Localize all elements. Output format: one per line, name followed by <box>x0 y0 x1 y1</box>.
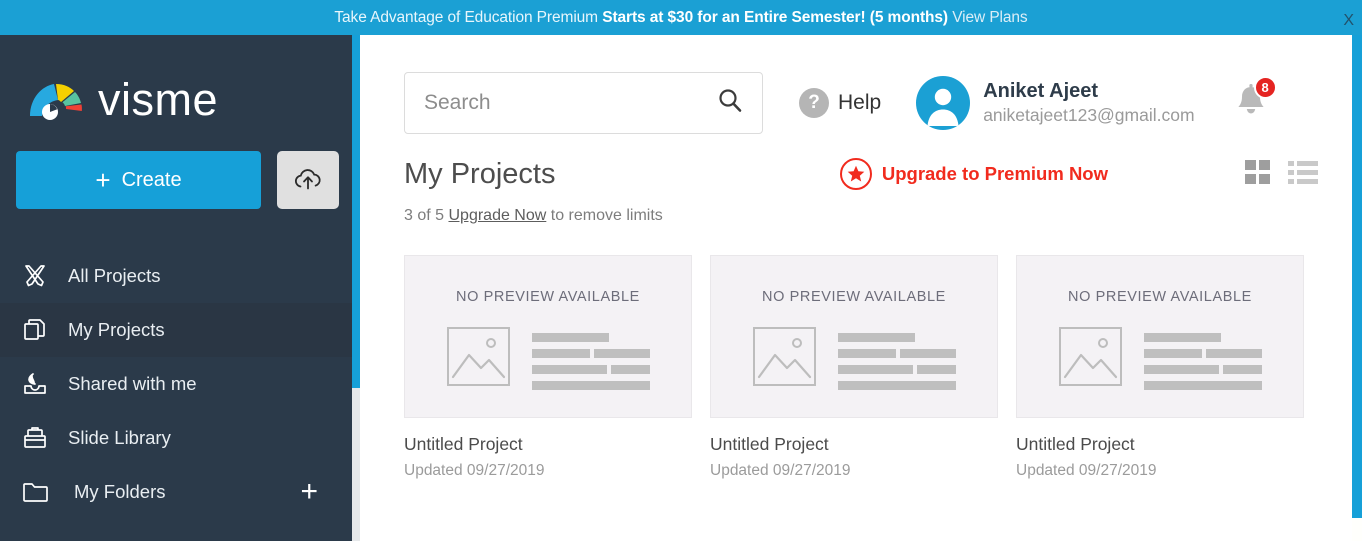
sidebar-actions: + Create <box>0 151 360 209</box>
project-updated: Updated 09/27/2019 <box>1016 462 1157 479</box>
project-thumbnail: NO PREVIEW AVAILABLE <box>1016 255 1304 418</box>
search-box[interactable] <box>404 72 763 134</box>
limits-suffix: to remove limits <box>546 207 663 224</box>
close-icon[interactable]: X <box>1343 13 1354 29</box>
sidebar-item-label: Shared with me <box>68 372 197 394</box>
top-header: ? Help Aniket Ajeet aniketajeet123@gmail… <box>368 35 1352 139</box>
sidebar-item-shared-with-me[interactable]: Shared with me <box>0 357 360 411</box>
view-toggles <box>1244 158 1318 191</box>
sidebar-item-label: All Projects <box>68 264 161 286</box>
project-name: Untitled Project <box>710 434 829 454</box>
project-name: Untitled Project <box>1016 434 1135 454</box>
add-folder-button[interactable]: + <box>300 477 318 507</box>
upgrade-label: Upgrade to Premium Now <box>881 163 1108 184</box>
page-title: My Projects <box>404 157 556 190</box>
sidebar-item-all-projects[interactable]: All Projects <box>0 249 360 303</box>
upgrade-to-premium-button[interactable]: Upgrade to Premium Now <box>839 158 1108 190</box>
promo-lead: Take Advantage of Education Premium <box>334 8 603 26</box>
sidebar-item-my-folders[interactable]: My Folders + <box>0 465 360 519</box>
notification-bell-icon <box>1233 84 1269 124</box>
sidebar-nav: All Projects My Projects Shared with me … <box>0 249 360 519</box>
sidebar-item-slide-library[interactable]: Slide Library <box>0 411 360 465</box>
image-placeholder-icon <box>752 327 816 386</box>
promo-banner: Take Advantage of Education Premium Star… <box>0 0 1362 35</box>
project-card[interactable]: NO PREVIEW AVAILABLE Untitled Project Up… <box>404 255 692 480</box>
image-placeholder-icon <box>1058 327 1122 386</box>
main-content: ? Help Aniket Ajeet aniketajeet123@gmail… <box>368 35 1352 541</box>
sidebar-item-label: My Folders <box>74 480 166 502</box>
help-label: Help <box>838 91 882 114</box>
promo-offer: Starts at $30 for an Entire Semester! (5… <box>602 8 948 26</box>
text-placeholder-lines <box>1143 327 1262 390</box>
brand-logo[interactable]: visme <box>0 35 360 135</box>
user-email: aniketajeet123@gmail.com <box>983 105 1195 126</box>
question-mark-icon: ? <box>799 88 829 118</box>
create-button-label: Create <box>121 168 182 191</box>
inbox-share-icon <box>22 370 56 398</box>
grid-view-icon[interactable] <box>1244 158 1272 191</box>
limits-count: 3 of 5 <box>404 207 445 224</box>
placeholder-graphic <box>1058 327 1262 390</box>
sidebar-item-my-projects[interactable]: My Projects <box>0 303 360 357</box>
project-thumbnail: NO PREVIEW AVAILABLE <box>710 255 998 418</box>
project-thumbnail: NO PREVIEW AVAILABLE <box>404 255 692 418</box>
no-preview-label: NO PREVIEW AVAILABLE <box>1068 289 1252 305</box>
view-plans-link[interactable]: View Plans <box>948 9 1028 26</box>
copy-pages-icon <box>22 316 56 344</box>
sidebar-item-label: Slide Library <box>68 426 171 448</box>
folder-icon <box>22 478 56 506</box>
crossed-pencils-icon <box>22 262 56 290</box>
upload-button[interactable] <box>277 151 339 209</box>
avatar <box>916 76 971 130</box>
user-name: Aniket Ajeet <box>983 80 1099 103</box>
slide-case-icon <box>22 424 56 452</box>
search-input[interactable] <box>424 91 715 115</box>
sidebar-item-label: My Projects <box>68 318 165 340</box>
star-icon <box>839 158 872 190</box>
list-view-icon[interactable] <box>1288 158 1318 191</box>
sidebar-scrollbar-track[interactable] <box>352 35 360 541</box>
project-card[interactable]: NO PREVIEW AVAILABLE Untitled Project Up… <box>1016 255 1304 480</box>
search-icon[interactable] <box>715 86 745 121</box>
notification-badge: 8 <box>1253 76 1277 99</box>
title-row-actions: Upgrade to Premium Now <box>839 158 1352 191</box>
visme-logo-icon <box>28 76 86 122</box>
placeholder-graphic <box>752 327 956 390</box>
title-row: My Projects Upgrade to Premium Now <box>368 139 1352 195</box>
projects-grid: NO PREVIEW AVAILABLE Untitled Project Up… <box>368 225 1352 480</box>
plus-icon: + <box>95 165 111 195</box>
help-button[interactable]: ? Help <box>799 88 881 118</box>
text-placeholder-lines <box>531 327 650 390</box>
placeholder-graphic <box>446 327 650 390</box>
brand-name: visme <box>98 73 219 125</box>
sidebar-scrollbar-thumb[interactable] <box>352 35 360 388</box>
no-preview-label: NO PREVIEW AVAILABLE <box>762 289 946 305</box>
user-account[interactable]: Aniket Ajeet aniketajeet123@gmail.com <box>916 76 1195 130</box>
project-updated: Updated 09/27/2019 <box>404 462 545 479</box>
project-limits: 3 of 5 Upgrade Now to remove limits <box>368 195 1352 225</box>
create-button[interactable]: + Create <box>16 151 261 209</box>
project-name: Untitled Project <box>404 434 523 454</box>
notifications-button[interactable]: 8 <box>1233 76 1277 124</box>
page-scrollbar-thumb[interactable] <box>1352 35 1362 518</box>
promo-banner-text: Take Advantage of Education Premium Star… <box>334 9 1027 27</box>
sidebar: visme + Create All Projects My Projects … <box>0 35 360 541</box>
upgrade-now-link[interactable]: Upgrade Now <box>448 207 546 224</box>
project-updated: Updated 09/27/2019 <box>710 462 851 479</box>
project-card[interactable]: NO PREVIEW AVAILABLE Untitled Project Up… <box>710 255 998 480</box>
no-preview-label: NO PREVIEW AVAILABLE <box>456 289 640 305</box>
cloud-upload-icon <box>293 167 323 194</box>
text-placeholder-lines <box>837 327 956 390</box>
image-placeholder-icon <box>446 327 510 386</box>
